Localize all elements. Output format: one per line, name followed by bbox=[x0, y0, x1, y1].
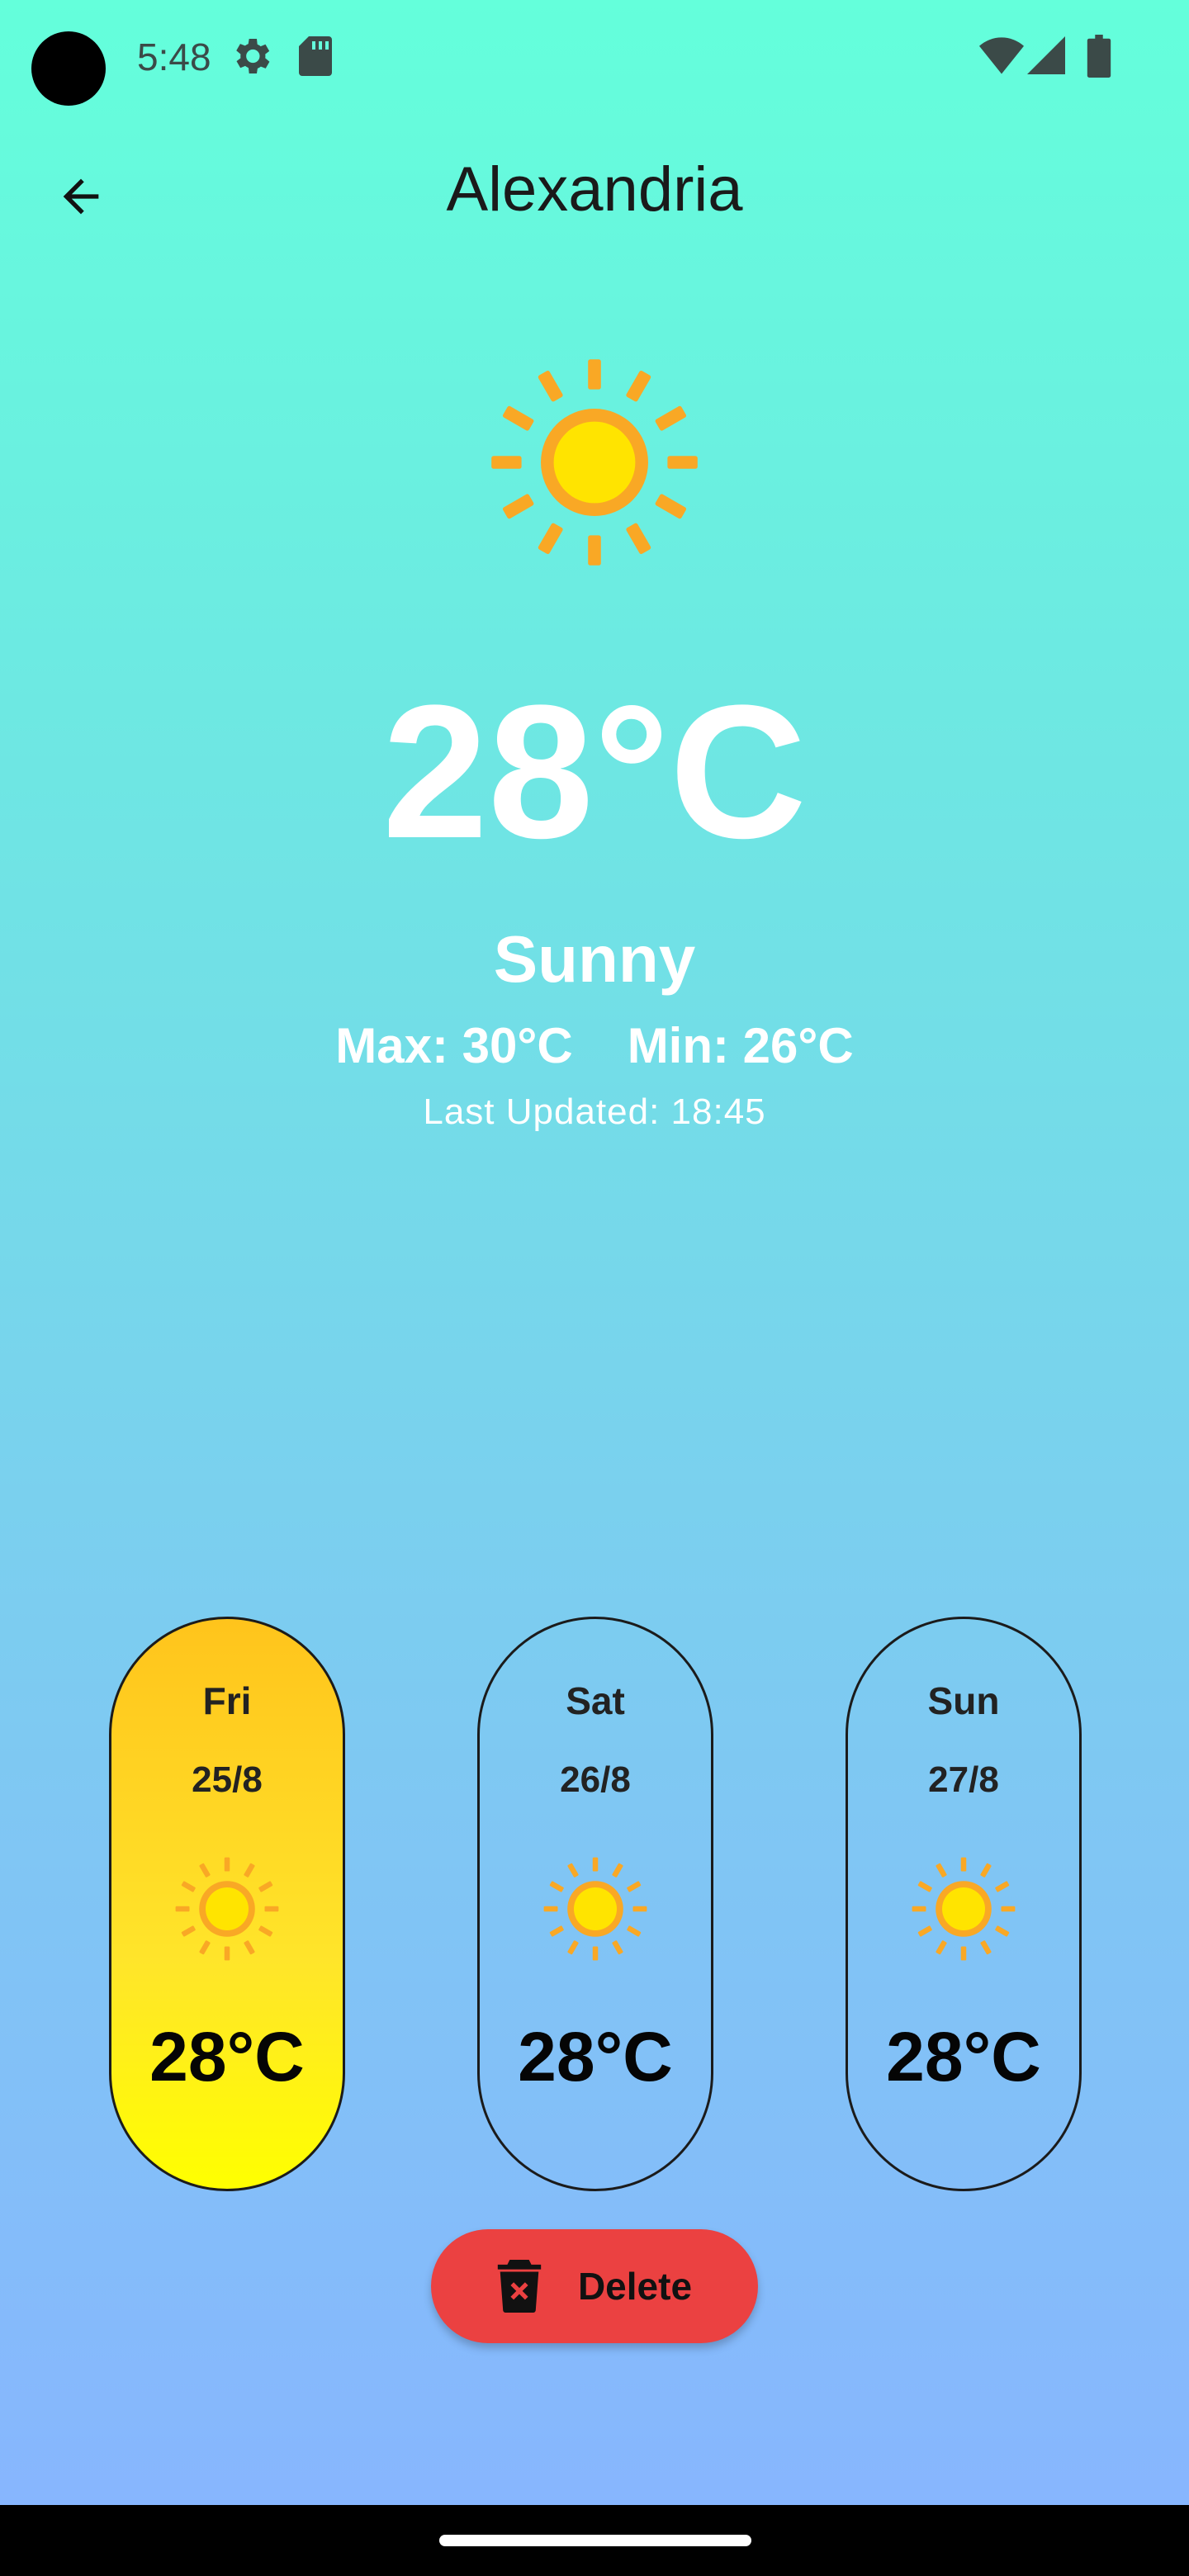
city-title: Alexandria bbox=[446, 154, 743, 225]
forecast-day: Sun bbox=[927, 1679, 1000, 1722]
wifi-icon bbox=[979, 37, 1024, 74]
forecast-date: 25/8 bbox=[192, 1759, 263, 1800]
min-temperature: Min: 26°C bbox=[627, 1018, 854, 1073]
sun-icon bbox=[912, 1857, 1016, 1961]
current-temperature: 28°C bbox=[382, 665, 807, 878]
sun-icon bbox=[175, 1857, 279, 1961]
forecast-date: 26/8 bbox=[560, 1759, 631, 1800]
forecast-temperature: 28°C bbox=[149, 2018, 305, 2095]
status-bar: 5:48 bbox=[0, 0, 1189, 116]
last-updated: Last Updated: 18:45 bbox=[423, 1091, 766, 1132]
status-time: 5:48 bbox=[137, 36, 211, 78]
weather-condition: Sunny bbox=[493, 922, 696, 996]
sun-icon bbox=[491, 359, 698, 566]
forecast-day: Sat bbox=[566, 1679, 625, 1722]
forecast-card-sat[interactable]: Sat 26/8 28°C bbox=[477, 1617, 713, 2191]
settings-icon bbox=[236, 39, 270, 73]
battery-icon bbox=[1087, 35, 1111, 78]
delete-label: Delete bbox=[577, 2265, 693, 2308]
forecast-temperature: 28°C bbox=[518, 2018, 673, 2095]
forecast-day: Fri bbox=[202, 1679, 252, 1722]
sd-card-icon bbox=[299, 36, 332, 76]
cell-signal-icon bbox=[1027, 36, 1065, 74]
trash-icon bbox=[497, 2260, 542, 2313]
delete-button[interactable]: Delete bbox=[431, 2229, 758, 2343]
camera-cutout bbox=[31, 31, 106, 106]
sun-icon bbox=[543, 1857, 647, 1961]
forecast-date: 27/8 bbox=[928, 1759, 999, 1800]
home-indicator[interactable] bbox=[439, 2535, 751, 2546]
forecast-card-fri[interactable]: Fri 25/8 28°C bbox=[109, 1617, 345, 2191]
max-temperature: Max: 30°C bbox=[335, 1018, 573, 1073]
forecast-temperature: 28°C bbox=[886, 2018, 1041, 2095]
forecast-card-sun[interactable]: Sun 27/8 28°C bbox=[846, 1617, 1082, 2191]
min-max-temperature: Max: 30°C Min: 26°C bbox=[0, 1017, 1189, 1074]
